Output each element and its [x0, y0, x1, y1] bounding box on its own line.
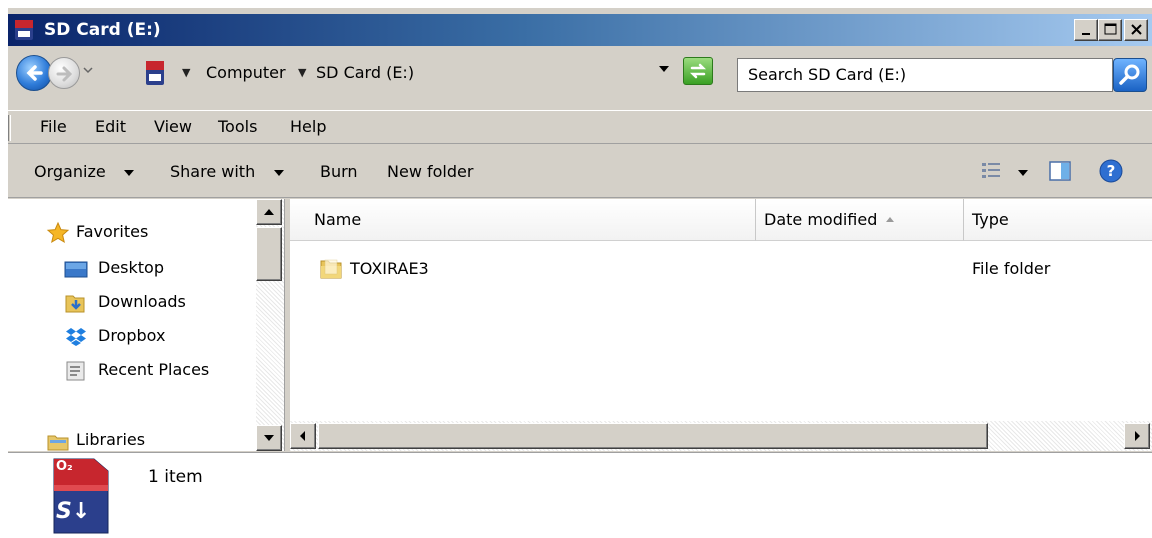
view-options-dropdown-icon[interactable] — [1018, 170, 1028, 176]
organize-dropdown-icon[interactable] — [124, 170, 134, 176]
close-button[interactable] — [1124, 19, 1148, 41]
navigation-pane-scrollbar[interactable] — [256, 199, 284, 451]
column-type-label: Type — [972, 210, 1009, 229]
file-list-horizontal-scrollbar[interactable] — [290, 421, 1152, 451]
forward-button[interactable] — [48, 57, 80, 89]
nav-recent-places-label: Recent Places — [98, 360, 210, 379]
scroll-up-button[interactable] — [256, 199, 282, 225]
item-count: 1 item — [148, 467, 203, 487]
forward-arrow-icon — [56, 66, 73, 82]
address-bar: ▼ Computer ▼ SD Card (E:) Search SD Card… — [8, 48, 1152, 108]
file-type: File folder — [972, 259, 1051, 278]
horizontal-scroll-thumb[interactable] — [318, 423, 988, 449]
star-icon — [46, 221, 70, 244]
file-row[interactable]: TOXIRAE3 File folder — [290, 255, 1152, 285]
nav-recent-places[interactable]: Recent Places — [8, 357, 254, 385]
menu-help[interactable]: Help — [290, 117, 326, 136]
sd-card-icon — [15, 20, 33, 40]
column-date-modified-label: Date modified — [764, 210, 878, 229]
address-history-dropdown-icon[interactable] — [658, 64, 670, 74]
search-placeholder: Search SD Card (E:) — [748, 65, 907, 84]
share-with-button[interactable]: Share with — [170, 162, 255, 181]
scroll-right-arrow-icon — [1135, 431, 1140, 441]
sort-ascending-icon — [886, 217, 894, 222]
folder-icon — [320, 259, 342, 279]
breadcrumb-sd-card[interactable]: SD Card (E:) — [316, 62, 414, 84]
nav-downloads[interactable]: Downloads — [8, 289, 254, 317]
title-bar[interactable]: SD Card (E:) — [8, 14, 1152, 46]
sd-card-icon — [146, 61, 164, 85]
organize-button[interactable]: Organize — [34, 162, 106, 181]
change-view-icon[interactable] — [980, 160, 1004, 182]
refresh-icon — [689, 63, 707, 79]
breadcrumb-arrow-icon[interactable]: ▼ — [298, 62, 306, 84]
burn-button[interactable]: Burn — [320, 162, 358, 181]
svg-text:?: ? — [1107, 162, 1116, 180]
preview-pane-icon[interactable] — [1048, 160, 1072, 182]
window-title: SD Card (E:) — [44, 20, 161, 40]
nav-dropbox-label: Dropbox — [98, 326, 166, 345]
card-logo: S↓ — [56, 499, 91, 524]
back-button[interactable] — [16, 55, 52, 91]
refresh-button[interactable] — [683, 57, 713, 85]
recent-places-icon — [66, 361, 85, 381]
nav-favorites-label: Favorites — [76, 222, 149, 241]
nav-favorites[interactable]: Favorites — [8, 219, 254, 247]
downloads-folder-icon — [65, 295, 85, 313]
search-button[interactable] — [1113, 58, 1147, 92]
maximize-icon — [1104, 23, 1117, 35]
scroll-left-button[interactable] — [290, 423, 316, 449]
column-header-type[interactable]: Type — [964, 199, 1152, 241]
minimize-button[interactable] — [1074, 19, 1098, 41]
navigation-pane: Favorites Desktop Downloads Dropbox Rece… — [8, 199, 256, 451]
file-list: Name Date modified Type TOXIRAE3 File fo… — [290, 199, 1152, 421]
maximize-button[interactable] — [1098, 19, 1122, 41]
file-name: TOXIRAE3 — [350, 259, 429, 278]
minimize-icon — [1082, 33, 1090, 35]
search-input[interactable]: Search SD Card (E:) — [737, 58, 1113, 92]
menu-file[interactable]: File — [40, 117, 67, 136]
menu-tools[interactable]: Tools — [218, 117, 257, 136]
column-header-date-modified[interactable]: Date modified — [756, 199, 964, 241]
close-icon — [1131, 24, 1142, 35]
nav-libraries[interactable]: Libraries — [8, 427, 254, 455]
desktop-icon — [64, 261, 88, 278]
share-with-dropdown-icon[interactable] — [274, 170, 284, 176]
dropbox-icon — [66, 328, 86, 346]
nav-downloads-label: Downloads — [98, 292, 186, 311]
scroll-left-arrow-icon — [300, 431, 305, 441]
menu-view[interactable]: View — [154, 117, 192, 136]
search-icon — [1119, 64, 1140, 85]
recent-pages-dropdown-icon[interactable] — [82, 64, 94, 76]
libraries-icon — [47, 435, 69, 451]
help-icon[interactable]: ? — [1098, 158, 1124, 184]
nav-dropbox[interactable]: Dropbox — [8, 323, 254, 351]
breadcrumb-computer[interactable]: Computer — [206, 62, 286, 84]
new-folder-button[interactable]: New folder — [387, 162, 473, 181]
menu-edit[interactable]: Edit — [95, 117, 126, 136]
scroll-up-arrow-icon — [264, 209, 274, 215]
column-name-label: Name — [314, 210, 362, 229]
column-header-name[interactable]: Name — [290, 199, 756, 241]
menu-bar: File Edit View Tools Help — [8, 110, 1152, 144]
nav-desktop-label: Desktop — [98, 258, 164, 277]
scroll-right-button[interactable] — [1124, 423, 1150, 449]
scroll-thumb[interactable] — [256, 227, 282, 281]
command-bar: Organize Share with Burn New folder ? — [8, 146, 1152, 198]
breadcrumb-arrow-icon[interactable]: ▼ — [182, 62, 190, 84]
scroll-down-button[interactable] — [256, 425, 282, 451]
explorer-window: SD Card (E:) ▼ Computer ▼ SD Card (E:) S… — [0, 0, 1152, 538]
nav-desktop[interactable]: Desktop — [8, 255, 254, 283]
scroll-down-arrow-icon — [264, 435, 274, 441]
nav-libraries-label: Libraries — [76, 430, 146, 449]
card-brand-label: O₂ — [56, 459, 73, 474]
menu-grip — [8, 115, 11, 141]
details-pane: O₂ S↓ 1 item — [8, 452, 1152, 538]
address-path[interactable]: ▼ Computer ▼ SD Card (E:) — [102, 52, 724, 94]
